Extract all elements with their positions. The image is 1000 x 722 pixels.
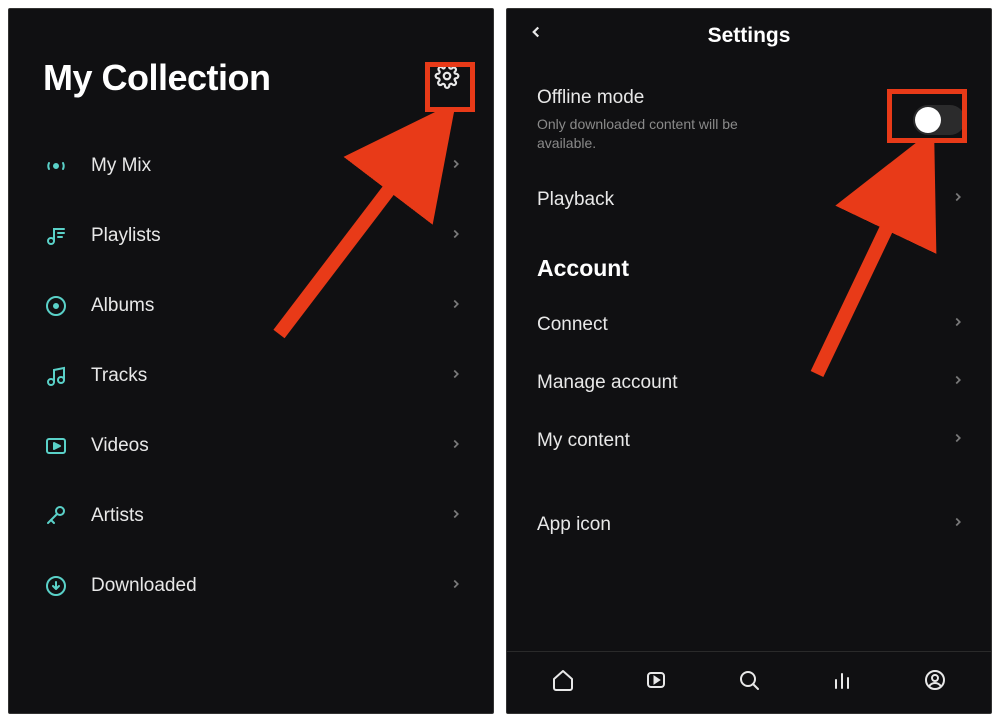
collection-item-albums[interactable]: Albums [9, 271, 493, 341]
collection-item-playlists[interactable]: Playlists [9, 201, 493, 271]
collection-item-tracks[interactable]: Tracks [9, 341, 493, 411]
chevron-right-icon [951, 373, 965, 392]
bottom-tab-bar [507, 651, 991, 713]
item-label: Artists [91, 505, 449, 527]
setting-row-my-content[interactable]: My content [507, 412, 991, 470]
chevron-right-icon [951, 315, 965, 334]
bars-icon [830, 668, 854, 697]
item-label: Albums [91, 295, 449, 317]
collection-item-my-mix[interactable]: My Mix [9, 131, 493, 201]
chevron-right-icon [449, 297, 463, 316]
item-label: My Mix [91, 155, 449, 177]
playlist-icon [43, 223, 69, 249]
chevron-right-icon [449, 507, 463, 526]
setting-row-app-icon[interactable]: App icon [507, 496, 991, 554]
chevron-right-icon [449, 367, 463, 386]
item-label: Playlists [91, 225, 449, 247]
chevron-right-icon [951, 190, 965, 209]
broadcast-icon [43, 153, 69, 179]
row-label: Playback [537, 189, 951, 211]
item-label: Videos [91, 435, 449, 457]
profile-icon [923, 668, 947, 697]
settings-screen: Settings Offline mode Only downloaded co… [506, 8, 992, 714]
home-icon [551, 668, 575, 697]
tab-profile[interactable] [915, 663, 955, 703]
settings-header: Settings [507, 9, 991, 63]
search-icon [737, 668, 761, 697]
row-label: My content [537, 430, 951, 452]
collection-item-videos[interactable]: Videos [9, 411, 493, 481]
setting-row-playback[interactable]: Playback [507, 171, 991, 229]
item-label: Downloaded [91, 575, 449, 597]
music-note-icon [43, 363, 69, 389]
gear-icon [434, 63, 460, 94]
chevron-right-icon [449, 227, 463, 246]
collection-list: My Mix Playlists Albums [9, 119, 493, 621]
setting-title: Offline mode [537, 87, 897, 109]
chevron-right-icon [449, 437, 463, 456]
chevron-right-icon [951, 431, 965, 450]
row-label: Connect [537, 314, 951, 336]
microphone-icon [43, 503, 69, 529]
setting-description: Only downloaded content will be availabl… [537, 115, 787, 153]
item-label: Tracks [91, 365, 449, 387]
video-icon [644, 668, 668, 697]
chevron-right-icon [951, 515, 965, 534]
video-icon [43, 433, 69, 459]
toggle-knob [915, 107, 941, 133]
collection-item-downloaded[interactable]: Downloaded [9, 551, 493, 621]
settings-list: Offline mode Only downloaded content wil… [507, 63, 991, 554]
collection-header: My Collection [9, 9, 493, 119]
chevron-left-icon [527, 28, 545, 45]
back-button[interactable] [527, 23, 545, 46]
chevron-right-icon [449, 157, 463, 176]
settings-button[interactable] [427, 58, 467, 98]
offline-mode-toggle[interactable] [913, 105, 965, 135]
tab-home[interactable] [543, 663, 583, 703]
setting-row-manage-account[interactable]: Manage account [507, 354, 991, 412]
tab-stats[interactable] [822, 663, 862, 703]
page-title: Settings [708, 24, 791, 48]
section-header-account: Account [507, 229, 991, 296]
tab-search[interactable] [729, 663, 769, 703]
my-collection-screen: My Collection My Mix Playlists [8, 8, 494, 714]
download-icon [43, 573, 69, 599]
setting-offline-mode: Offline mode Only downloaded content wil… [507, 71, 991, 171]
page-title: My Collection [43, 57, 271, 99]
chevron-right-icon [449, 577, 463, 596]
collection-item-artists[interactable]: Artists [9, 481, 493, 551]
row-label: App icon [537, 514, 951, 536]
album-icon [43, 293, 69, 319]
tab-videos[interactable] [636, 663, 676, 703]
setting-row-connect[interactable]: Connect [507, 296, 991, 354]
row-label: Manage account [537, 372, 951, 394]
